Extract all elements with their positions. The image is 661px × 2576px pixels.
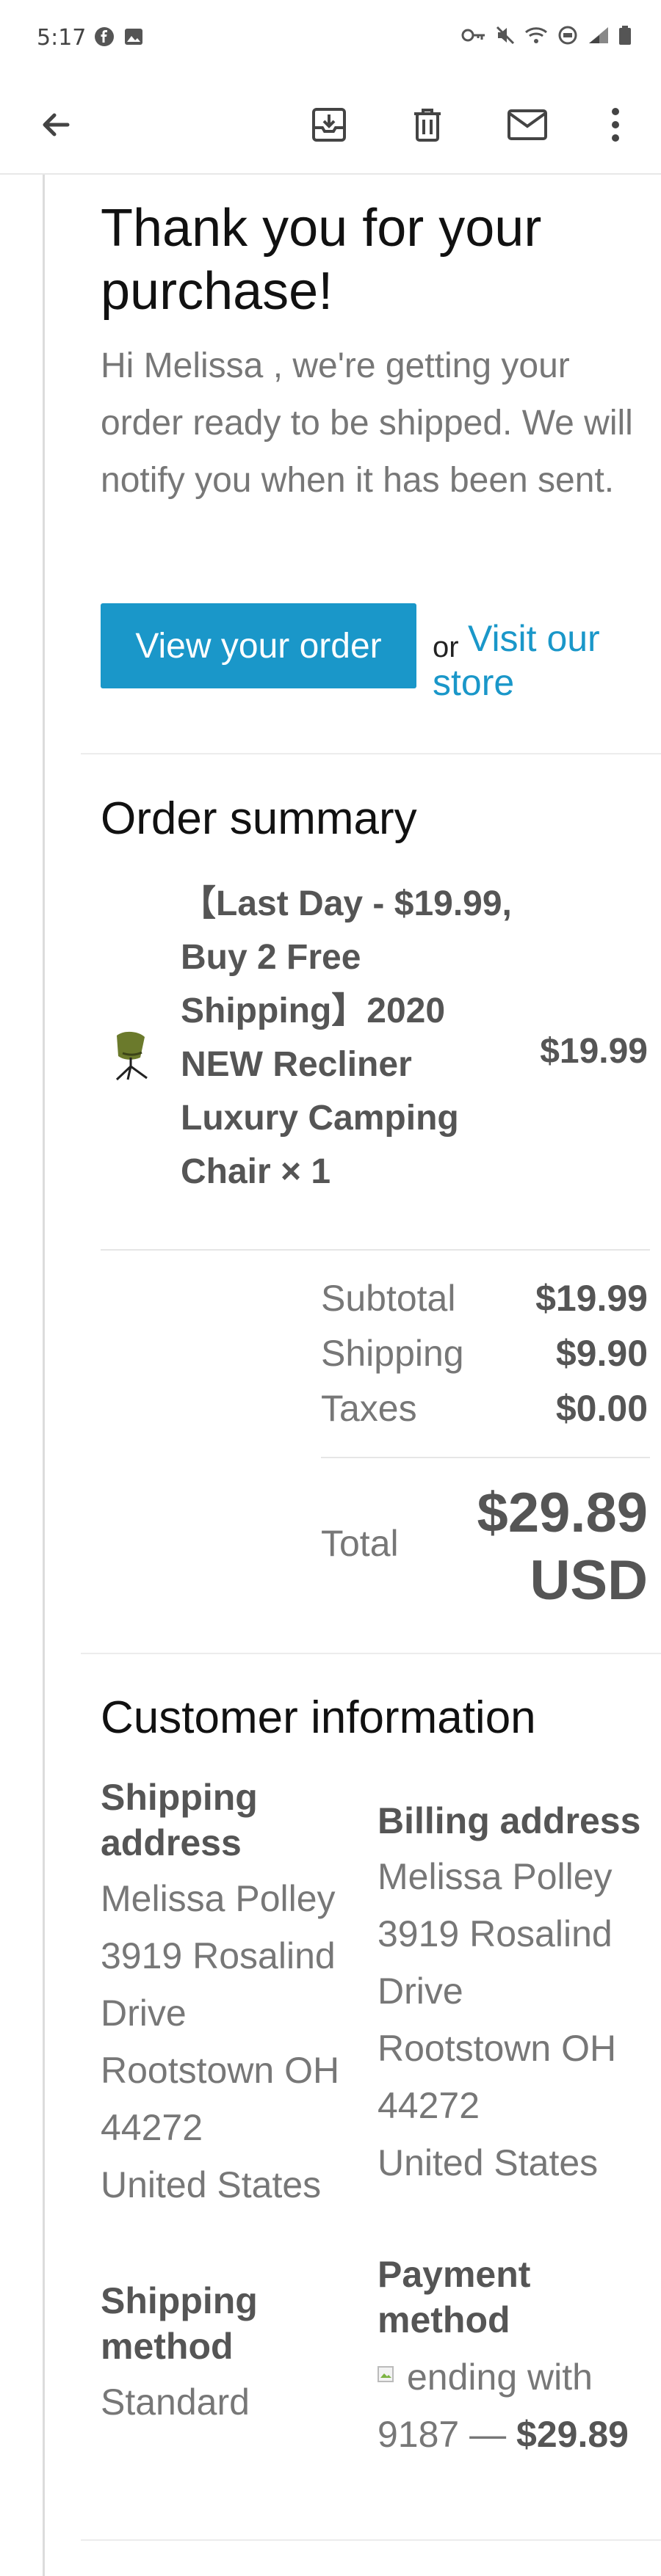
shipping-label: Shipping (321, 1333, 464, 1374)
total-label: Total (321, 1523, 399, 1564)
billing-address: Melissa Polley 3919 Rosalind Drive Roots… (378, 1848, 642, 2191)
view-order-button[interactable]: View your order (101, 603, 416, 688)
billing-name: Melissa Polley (378, 1856, 613, 1897)
product-thumbnail (101, 1024, 161, 1084)
billing-street: 3919 Rosalind Drive (378, 1913, 613, 2012)
total-divider (321, 1457, 650, 1458)
thank-you-heading: Thank you for your purchase! (101, 199, 542, 321)
status-icons (461, 25, 632, 46)
wifi-icon (525, 27, 547, 43)
shipping-country: United States (101, 2164, 322, 2205)
back-button[interactable] (34, 103, 78, 147)
taxes-label: Taxes (321, 1388, 417, 1429)
shipping-value: $9.90 (555, 1333, 648, 1374)
intro-text: Hi Melissa , we're getting your order re… (101, 346, 633, 500)
delete-button[interactable] (405, 103, 449, 147)
billing-city: Rootstown OH 44272 (378, 2028, 617, 2126)
more-options-button[interactable] (593, 103, 637, 147)
shipping-method-value: Standard (101, 2382, 250, 2423)
product-price: $19.99 (540, 1032, 648, 1071)
trash-icon (414, 109, 441, 142)
shipping-name: Melissa Polley (101, 1878, 336, 1919)
section-divider (81, 753, 661, 754)
mail-icon (508, 109, 547, 140)
archive-icon (312, 108, 346, 142)
signal-icon (589, 27, 608, 43)
payment-amount: $29.89 (516, 2414, 629, 2455)
section-divider (81, 2539, 661, 2541)
billing-address-heading: Billing address (378, 1800, 641, 1841)
product-title: 【Last Day - $19.99, Buy 2 Free Shipping】… (181, 884, 512, 1191)
customer-information-heading: Customer information (101, 1692, 536, 1743)
battery-icon (619, 26, 631, 45)
gallery-notification-icon (123, 26, 144, 51)
arrow-back-icon (43, 113, 70, 137)
facebook-notification-icon (94, 26, 115, 51)
volte-icon (558, 26, 577, 45)
shipping-method-heading: Shipping method (101, 2280, 258, 2367)
payment-method-heading: Payment method (378, 2254, 531, 2340)
shipping-city: Rootstown OH 44272 (101, 2050, 340, 2148)
shipping-address-heading: Shipping address (101, 1777, 258, 1863)
items-divider (101, 1249, 650, 1251)
taxes-value: $0.00 (555, 1388, 648, 1429)
mark-unread-button[interactable] (505, 103, 549, 147)
card-brand-icon (378, 2366, 394, 2382)
key-icon (461, 29, 485, 42)
more-vertical-icon (612, 108, 619, 142)
visit-store-link[interactable]: Visit our store (433, 616, 646, 705)
app-bar (0, 73, 661, 175)
status-time: 5:17 (37, 25, 87, 51)
status-bar: 5:17 (0, 0, 661, 73)
shipping-street: 3919 Rosalind Drive (101, 1935, 336, 2034)
subtotal-label: Subtotal (321, 1278, 456, 1319)
quoted-content-rule (43, 175, 45, 2576)
payment-details: ending with 9187 — $29.89 (378, 2348, 649, 2463)
shipping-address: Melissa Polley 3919 Rosalind Drive Roots… (101, 1870, 365, 2213)
order-summary-heading: Order summary (101, 793, 417, 844)
mute-icon (496, 26, 515, 45)
billing-country: United States (378, 2142, 599, 2183)
archive-button[interactable] (307, 103, 351, 147)
section-divider (81, 1653, 661, 1654)
total-value: $29.89 USD (477, 1482, 648, 1612)
subtotal-value: $19.99 (535, 1278, 648, 1319)
